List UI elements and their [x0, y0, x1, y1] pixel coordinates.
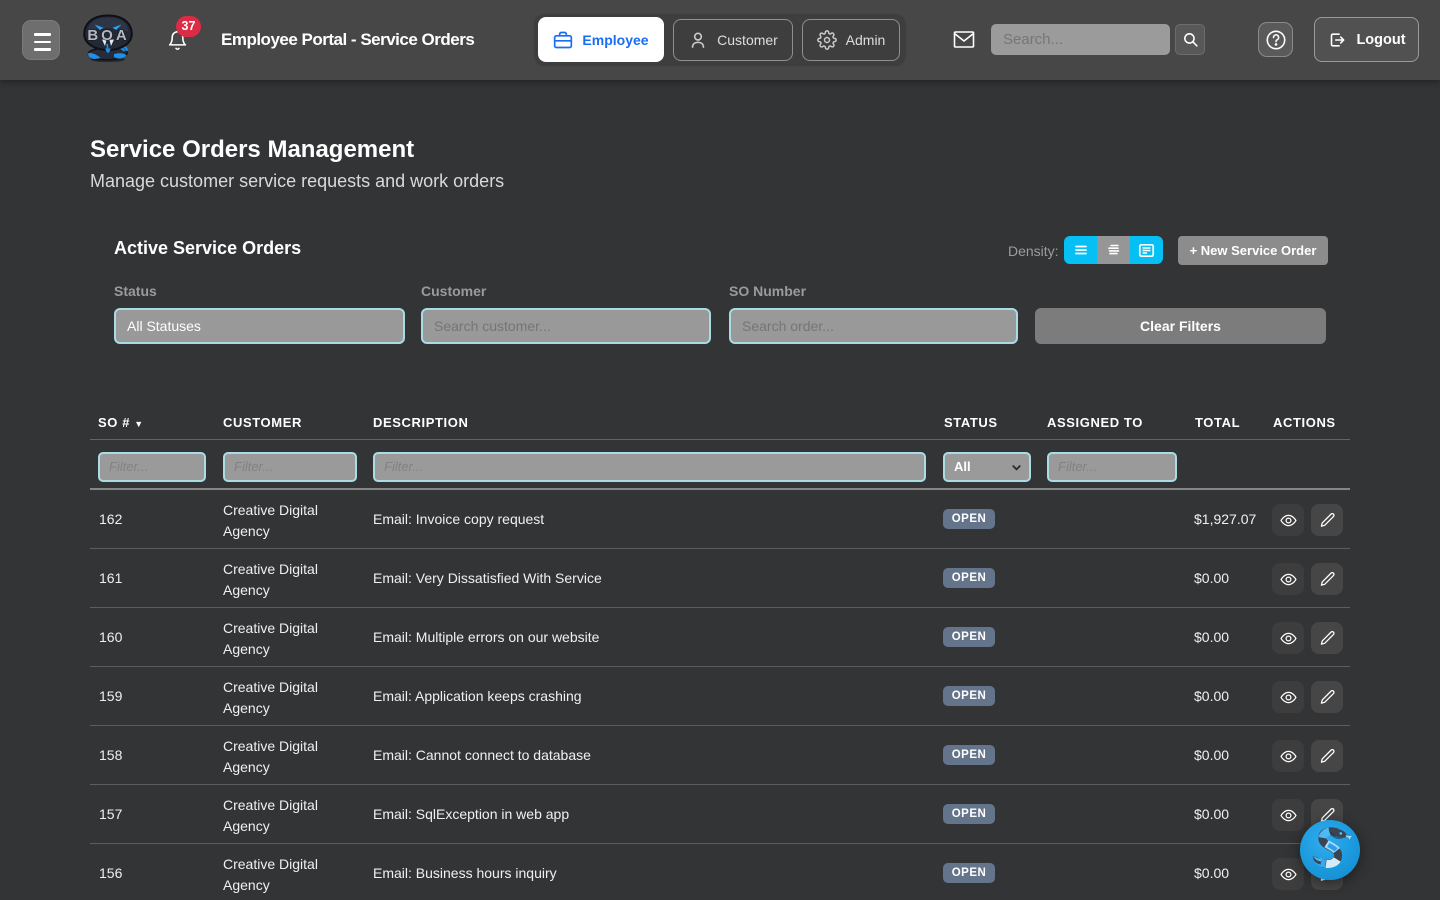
- svg-text:BOA: BOA: [87, 27, 129, 44]
